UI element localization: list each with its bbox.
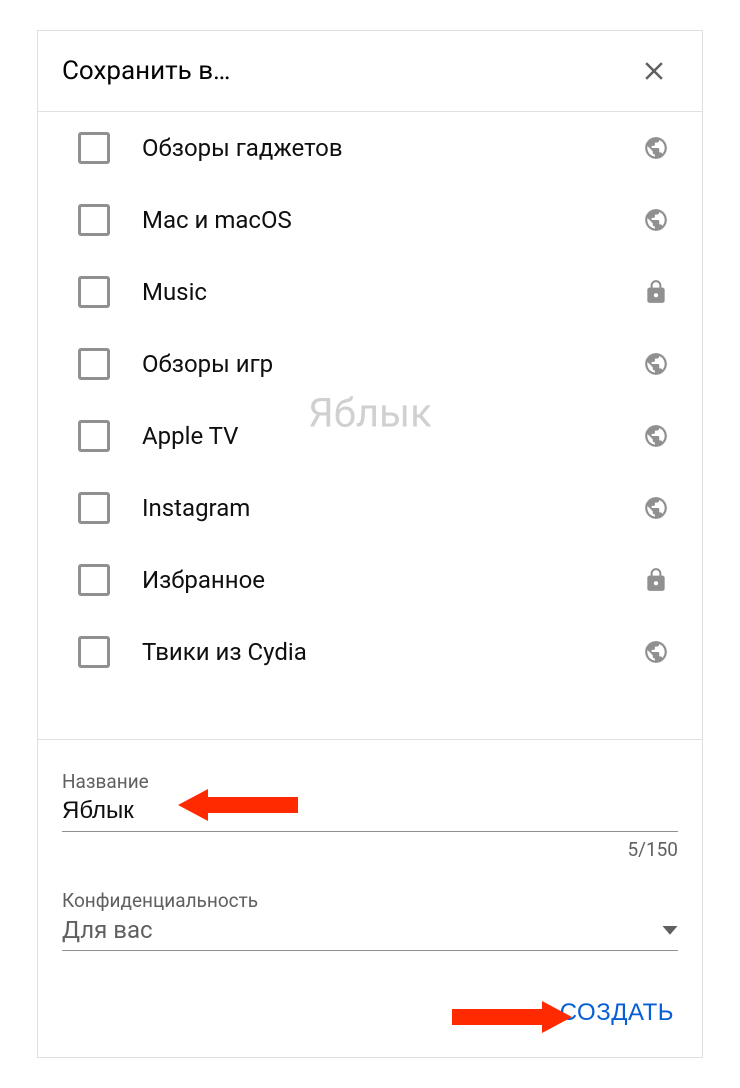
playlist-checkbox[interactable] (78, 636, 110, 668)
chevron-down-icon (662, 921, 678, 940)
globe-icon (642, 422, 670, 450)
name-field-label: Название (62, 770, 678, 793)
save-to-playlist-dialog: Сохранить в… Яблык Обзоры гаджетовMac и … (37, 30, 703, 1058)
playlist-checkbox[interactable] (78, 492, 110, 524)
playlist-checkbox[interactable] (78, 348, 110, 380)
close-icon (639, 56, 669, 86)
privacy-field-group: Конфиденциальность Для вас (62, 889, 678, 951)
privacy-select[interactable]: Для вас (62, 916, 678, 951)
dialog-actions: СОЗДАТЬ (62, 991, 678, 1035)
globe-icon (642, 494, 670, 522)
dialog-title: Сохранить в… (62, 56, 230, 86)
playlist-label: Обзоры гаджетов (142, 134, 642, 162)
playlist-item[interactable]: Instagram (38, 472, 702, 544)
name-field-group: Название 5/150 (62, 770, 678, 861)
playlist-item[interactable]: Music (38, 256, 702, 328)
playlist-label: Обзоры игр (142, 350, 642, 378)
playlist-checkbox[interactable] (78, 420, 110, 452)
create-button[interactable]: СОЗДАТЬ (556, 991, 678, 1035)
lock-icon (642, 566, 670, 594)
playlist-label: Music (142, 278, 642, 306)
playlist-item[interactable]: Твики из Cydia (38, 616, 702, 688)
globe-icon (642, 350, 670, 378)
globe-icon (642, 206, 670, 234)
playlist-checkbox[interactable] (78, 204, 110, 236)
lock-icon (642, 278, 670, 306)
playlist-label: Mac и macOS (142, 206, 642, 234)
playlist-item[interactable]: Mac и macOS (38, 184, 702, 256)
close-button[interactable] (636, 53, 672, 89)
playlist-item[interactable]: Обзоры гаджетов (38, 112, 702, 184)
privacy-field-label: Конфиденциальность (62, 889, 678, 912)
privacy-value: Для вас (62, 916, 153, 944)
dialog-header: Сохранить в… (38, 31, 702, 112)
playlist-label: Instagram (142, 494, 642, 522)
globe-icon (642, 134, 670, 162)
playlist-name-input[interactable] (62, 797, 678, 825)
playlist-list[interactable]: Яблык Обзоры гаджетовMac и macOSMusicОбз… (38, 112, 702, 739)
playlist-item[interactable]: Избранное (38, 544, 702, 616)
globe-icon (642, 638, 670, 666)
playlist-checkbox[interactable] (78, 276, 110, 308)
playlist-item[interactable]: Обзоры игр (38, 328, 702, 400)
playlist-item[interactable]: Apple TV (38, 400, 702, 472)
create-playlist-section: Название 5/150 Конфиденциальность Для ва… (38, 739, 702, 1057)
playlist-label: Твики из Cydia (142, 638, 642, 666)
playlist-checkbox[interactable] (78, 132, 110, 164)
playlist-checkbox[interactable] (78, 564, 110, 596)
char-counter: 5/150 (62, 838, 678, 861)
playlist-label: Избранное (142, 566, 642, 594)
playlist-label: Apple TV (142, 422, 642, 450)
